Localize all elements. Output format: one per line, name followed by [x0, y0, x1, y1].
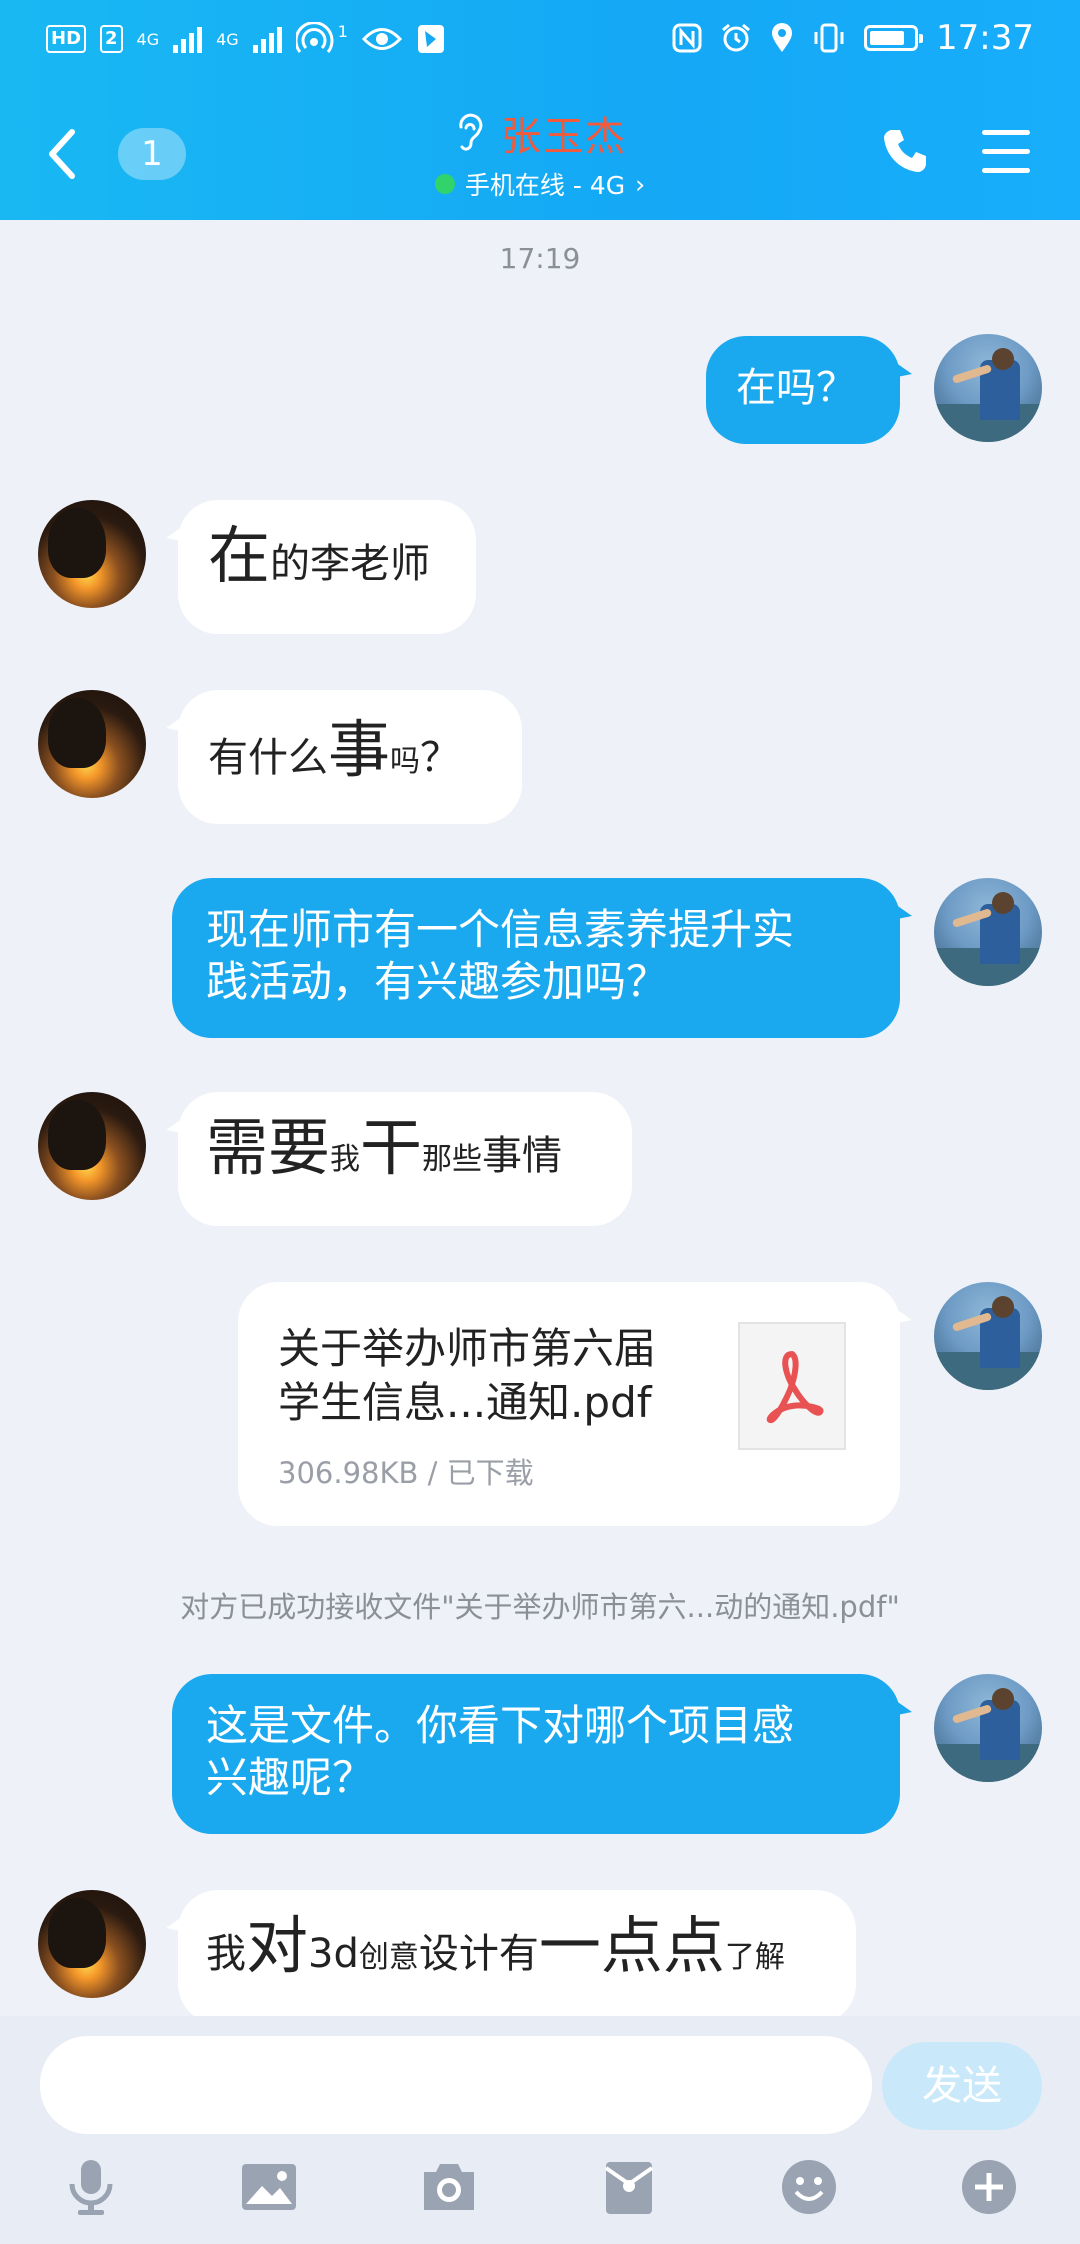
message-text: ？ — [420, 735, 461, 781]
network-type-1: 4G — [136, 29, 160, 49]
message-text: 设计有 — [418, 1931, 539, 1977]
message-bubble-out[interactable]: 在吗？ — [706, 336, 912, 444]
contact-avatar[interactable] — [38, 500, 146, 608]
status-chevron: › — [635, 169, 646, 199]
eye-icon — [361, 28, 402, 50]
message-text: 在吗？ — [736, 365, 856, 411]
message-text-small: 吗 — [390, 744, 421, 779]
file-name-line: 关于举办师市第六届 — [278, 1324, 657, 1373]
nfc-icon — [672, 23, 702, 53]
status-time: 17:37 — [936, 18, 1034, 58]
message-text: 事情 — [482, 1133, 563, 1179]
contact-name: 张玉杰 — [501, 114, 627, 160]
file-message[interactable]: 关于举办师市第六届 学生信息...通知.pdf 306.98KB / 已下载 — [238, 1282, 912, 1526]
chat-nav-bar: 1 张玉杰 手机在线 - 4G › — [0, 88, 1080, 220]
alarm-icon — [722, 23, 750, 52]
message-text-line: 这是文件。你看下对哪个项目感 — [206, 1701, 795, 1750]
red-packet-icon[interactable] — [598, 2156, 660, 2218]
contact-avatar[interactable] — [38, 1092, 146, 1200]
message-text: 3d — [308, 1931, 359, 1977]
message-text-large: 事 — [328, 713, 391, 786]
location-icon — [772, 23, 793, 52]
message-text: 有什么 — [208, 735, 328, 781]
message-text: 我 — [206, 1931, 246, 1977]
vibrate-icon — [814, 23, 844, 53]
camera-icon[interactable] — [418, 2156, 480, 2218]
online-dot — [434, 174, 455, 194]
signal-icon — [173, 25, 203, 53]
battery-icon — [864, 25, 924, 51]
emoji-icon[interactable] — [778, 2156, 840, 2218]
message-bubble-in[interactable]: 需要我干那些事情 — [166, 1092, 632, 1226]
app-notification-icon — [417, 25, 444, 53]
image-icon[interactable] — [238, 2156, 300, 2218]
message-bubble-out[interactable]: 这是文件。你看下对哪个项目感 兴趣呢？ — [172, 1674, 912, 1834]
my-avatar[interactable] — [934, 1674, 1042, 1782]
message-text-large: 在 — [208, 519, 271, 592]
composer-toolbar — [0, 2146, 1080, 2226]
chat-timestamp: 17:19 — [499, 242, 581, 275]
message-text-large: 需要 — [206, 1111, 331, 1184]
network-type-2: 4G — [216, 29, 239, 49]
microphone-icon[interactable] — [60, 2156, 122, 2218]
message-text-small: 了解 — [724, 1940, 785, 1975]
file-received-notice: 对方已成功接收文件"关于举办师市第六...动的通知.pdf" — [180, 1590, 900, 1624]
status-bar: HD 2 4G 4G 1 17:37 — [0, 0, 1080, 88]
file-meta: 306.98KB / 已下载 — [278, 1456, 534, 1490]
message-text-line: 现在师市有一个信息素养提升实 — [206, 905, 795, 954]
send-button[interactable]: 发送 — [882, 2042, 1042, 2130]
message-bubble-in[interactable]: 我对3d创意设计有一点点了解 — [166, 1890, 856, 2024]
contact-avatar[interactable] — [38, 690, 146, 798]
message-bubble-in[interactable]: 有什么事吗？ — [166, 690, 522, 824]
phone-icon[interactable] — [880, 126, 930, 176]
message-text: 的李老师 — [270, 541, 431, 587]
hotspot-count: 1 — [337, 21, 348, 41]
message-text-small: 那些 — [422, 1142, 483, 1177]
header: HD 2 4G 4G 1 17:37 1 张玉杰 手机在线 - 4G › — [0, 0, 1080, 220]
contact-avatar[interactable] — [38, 1890, 146, 1998]
message-text-small: 我 — [330, 1142, 361, 1177]
online-status: 手机在线 - 4G — [464, 171, 626, 200]
message-text-large: 对 — [246, 1909, 309, 1982]
plus-icon[interactable] — [958, 2156, 1020, 2218]
message-text-line: 兴趣呢？ — [206, 1753, 375, 1802]
message-text-large: 一 — [538, 1909, 601, 1982]
signal-icon-2 — [252, 25, 282, 53]
menu-icon[interactable] — [982, 130, 1030, 174]
message-text-small: 创意 — [358, 1940, 419, 1975]
sim-chip: 2 — [100, 25, 123, 53]
my-avatar[interactable] — [934, 1282, 1042, 1390]
ear-icon[interactable] — [453, 111, 487, 155]
file-name: 关于举办师市第六届 学生信息...通知.pdf — [278, 1322, 688, 1430]
composer-bar: 发送 — [0, 2016, 1080, 2244]
message-text-line: 践活动，有兴趣参加吗？ — [206, 957, 669, 1006]
hd-chip: HD — [46, 25, 87, 53]
pdf-icon — [738, 1322, 846, 1450]
my-avatar[interactable] — [934, 334, 1042, 442]
hotspot-icon — [295, 22, 334, 53]
message-text-large: 点点 — [600, 1909, 725, 1982]
message-bubble-out[interactable]: 现在师市有一个信息素养提升实 践活动，有兴趣参加吗？ — [172, 878, 912, 1038]
my-avatar[interactable] — [934, 878, 1042, 986]
message-input[interactable] — [40, 2036, 872, 2134]
message-bubble-in[interactable]: 在的李老师 — [166, 500, 476, 634]
message-text-large: 干 — [360, 1111, 423, 1184]
file-name-line: 学生信息...通知.pdf — [278, 1378, 652, 1427]
